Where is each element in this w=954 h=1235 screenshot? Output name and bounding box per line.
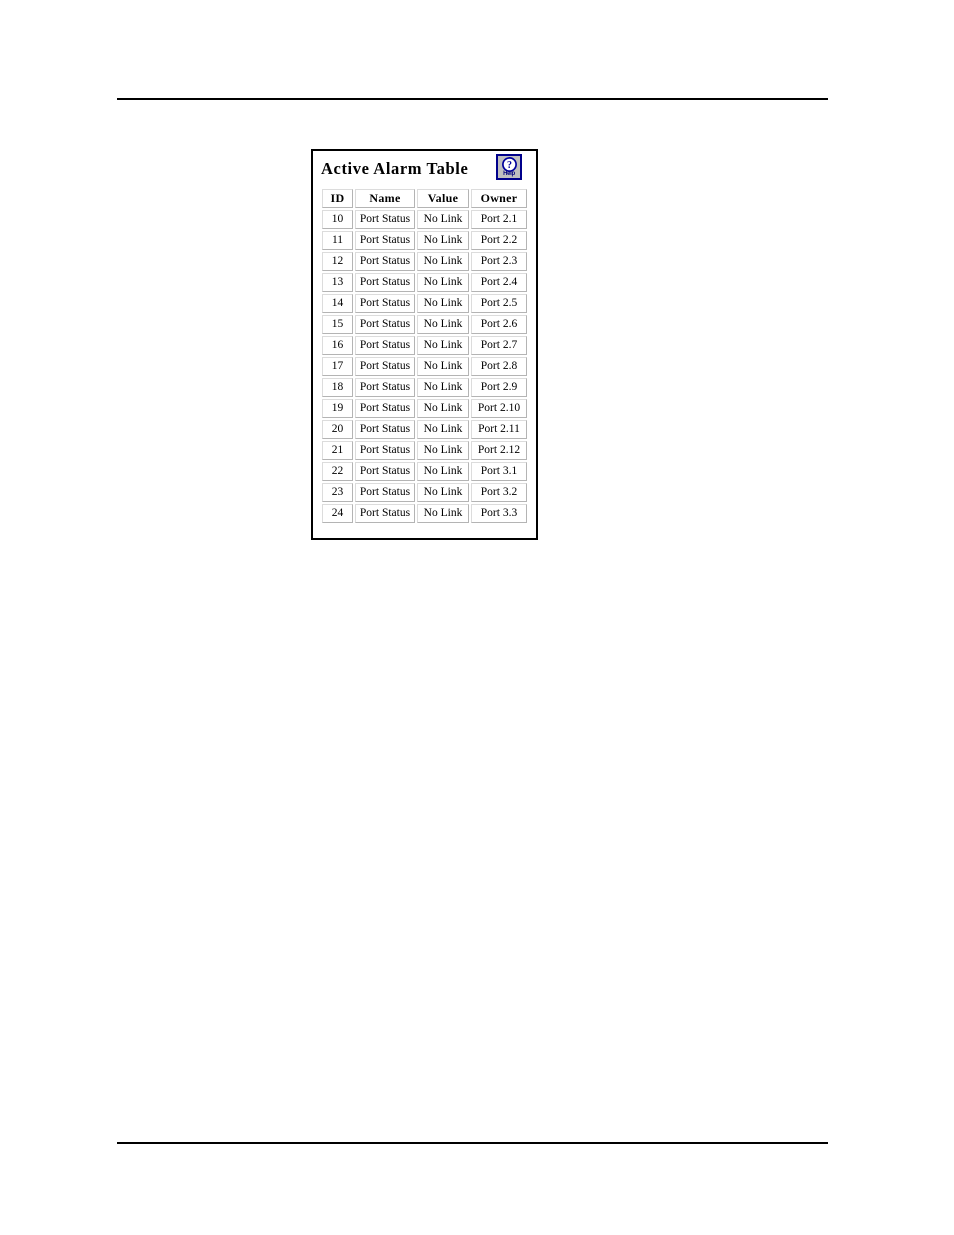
- table-row[interactable]: 11 Port Status No Link Port 2.2: [322, 231, 527, 250]
- column-header-name[interactable]: Name: [355, 189, 415, 208]
- cell-value: No Link: [417, 504, 469, 523]
- cell-name: Port Status: [355, 231, 415, 250]
- table-row[interactable]: 23 Port Status No Link Port 3.2: [322, 483, 527, 502]
- page-footer-rule: [117, 1142, 828, 1144]
- table-row[interactable]: 12 Port Status No Link Port 2.3: [322, 252, 527, 271]
- cell-value: No Link: [417, 252, 469, 271]
- cell-name: Port Status: [355, 483, 415, 502]
- cell-owner: Port 2.8: [471, 357, 527, 376]
- page-title: Active Alarm Table: [321, 158, 469, 178]
- panel-titlebar: Active Alarm Table ? Help: [313, 151, 536, 187]
- cell-owner: Port 2.11: [471, 420, 527, 439]
- table-row[interactable]: 24 Port Status No Link Port 3.3: [322, 504, 527, 523]
- cell-name: Port Status: [355, 441, 415, 460]
- help-button[interactable]: ? Help: [496, 154, 522, 180]
- cell-name: Port Status: [355, 294, 415, 313]
- cell-name: Port Status: [355, 420, 415, 439]
- table-row[interactable]: 10 Port Status No Link Port 2.1: [322, 210, 527, 229]
- cell-id: 20: [322, 420, 353, 439]
- cell-value: No Link: [417, 483, 469, 502]
- cell-owner: Port 2.7: [471, 336, 527, 355]
- cell-name: Port Status: [355, 378, 415, 397]
- table-row[interactable]: 14 Port Status No Link Port 2.5: [322, 294, 527, 313]
- cell-name: Port Status: [355, 315, 415, 334]
- cell-owner: Port 2.1: [471, 210, 527, 229]
- cell-owner: Port 2.2: [471, 231, 527, 250]
- table-row[interactable]: 15 Port Status No Link Port 2.6: [322, 315, 527, 334]
- cell-name: Port Status: [355, 462, 415, 481]
- cell-owner: Port 3.1: [471, 462, 527, 481]
- cell-name: Port Status: [355, 357, 415, 376]
- cell-id: 11: [322, 231, 353, 250]
- alarm-table-body: 10 Port Status No Link Port 2.1 11 Port …: [322, 210, 527, 523]
- cell-name: Port Status: [355, 504, 415, 523]
- cell-owner: Port 2.6: [471, 315, 527, 334]
- column-header-id[interactable]: ID: [322, 189, 353, 208]
- cell-value: No Link: [417, 294, 469, 313]
- column-header-owner[interactable]: Owner: [471, 189, 527, 208]
- question-mark-circle-icon: ?: [501, 157, 517, 172]
- cell-owner: Port 3.2: [471, 483, 527, 502]
- cell-id: 10: [322, 210, 353, 229]
- cell-owner: Port 2.12: [471, 441, 527, 460]
- cell-value: No Link: [417, 441, 469, 460]
- alarm-table-container: ID Name Value Owner 10 Port Status No Li…: [313, 187, 536, 525]
- cell-id: 14: [322, 294, 353, 313]
- table-row[interactable]: 16 Port Status No Link Port 2.7: [322, 336, 527, 355]
- cell-id: 24: [322, 504, 353, 523]
- table-row[interactable]: 19 Port Status No Link Port 2.10: [322, 399, 527, 418]
- table-row[interactable]: 21 Port Status No Link Port 2.12: [322, 441, 527, 460]
- cell-owner: Port 2.10: [471, 399, 527, 418]
- cell-name: Port Status: [355, 336, 415, 355]
- cell-name: Port Status: [355, 252, 415, 271]
- cell-name: Port Status: [355, 210, 415, 229]
- cell-value: No Link: [417, 420, 469, 439]
- cell-owner: Port 2.5: [471, 294, 527, 313]
- cell-id: 21: [322, 441, 353, 460]
- cell-value: No Link: [417, 462, 469, 481]
- cell-id: 15: [322, 315, 353, 334]
- cell-value: No Link: [417, 231, 469, 250]
- cell-id: 17: [322, 357, 353, 376]
- cell-owner: Port 2.4: [471, 273, 527, 292]
- cell-name: Port Status: [355, 399, 415, 418]
- cell-value: No Link: [417, 315, 469, 334]
- cell-id: 18: [322, 378, 353, 397]
- table-row[interactable]: 22 Port Status No Link Port 3.1: [322, 462, 527, 481]
- cell-owner: Port 2.3: [471, 252, 527, 271]
- page-header-rule: [117, 98, 828, 100]
- active-alarm-table-panel: Active Alarm Table ? Help ID Name Value: [311, 149, 538, 540]
- cell-name: Port Status: [355, 273, 415, 292]
- cell-id: 23: [322, 483, 353, 502]
- active-alarm-table: ID Name Value Owner 10 Port Status No Li…: [320, 187, 529, 525]
- table-row[interactable]: 13 Port Status No Link Port 2.4: [322, 273, 527, 292]
- cell-id: 12: [322, 252, 353, 271]
- cell-owner: Port 2.9: [471, 378, 527, 397]
- svg-text:?: ?: [507, 160, 512, 171]
- cell-value: No Link: [417, 399, 469, 418]
- cell-value: No Link: [417, 378, 469, 397]
- column-header-value[interactable]: Value: [417, 189, 469, 208]
- cell-id: 16: [322, 336, 353, 355]
- cell-value: No Link: [417, 336, 469, 355]
- cell-id: 22: [322, 462, 353, 481]
- cell-id: 19: [322, 399, 353, 418]
- help-button-label: Help: [503, 171, 515, 177]
- cell-value: No Link: [417, 210, 469, 229]
- table-header-row: ID Name Value Owner: [322, 189, 527, 208]
- table-row[interactable]: 18 Port Status No Link Port 2.9: [322, 378, 527, 397]
- cell-owner: Port 3.3: [471, 504, 527, 523]
- table-row[interactable]: 20 Port Status No Link Port 2.11: [322, 420, 527, 439]
- table-row[interactable]: 17 Port Status No Link Port 2.8: [322, 357, 527, 376]
- cell-value: No Link: [417, 273, 469, 292]
- cell-value: No Link: [417, 357, 469, 376]
- cell-id: 13: [322, 273, 353, 292]
